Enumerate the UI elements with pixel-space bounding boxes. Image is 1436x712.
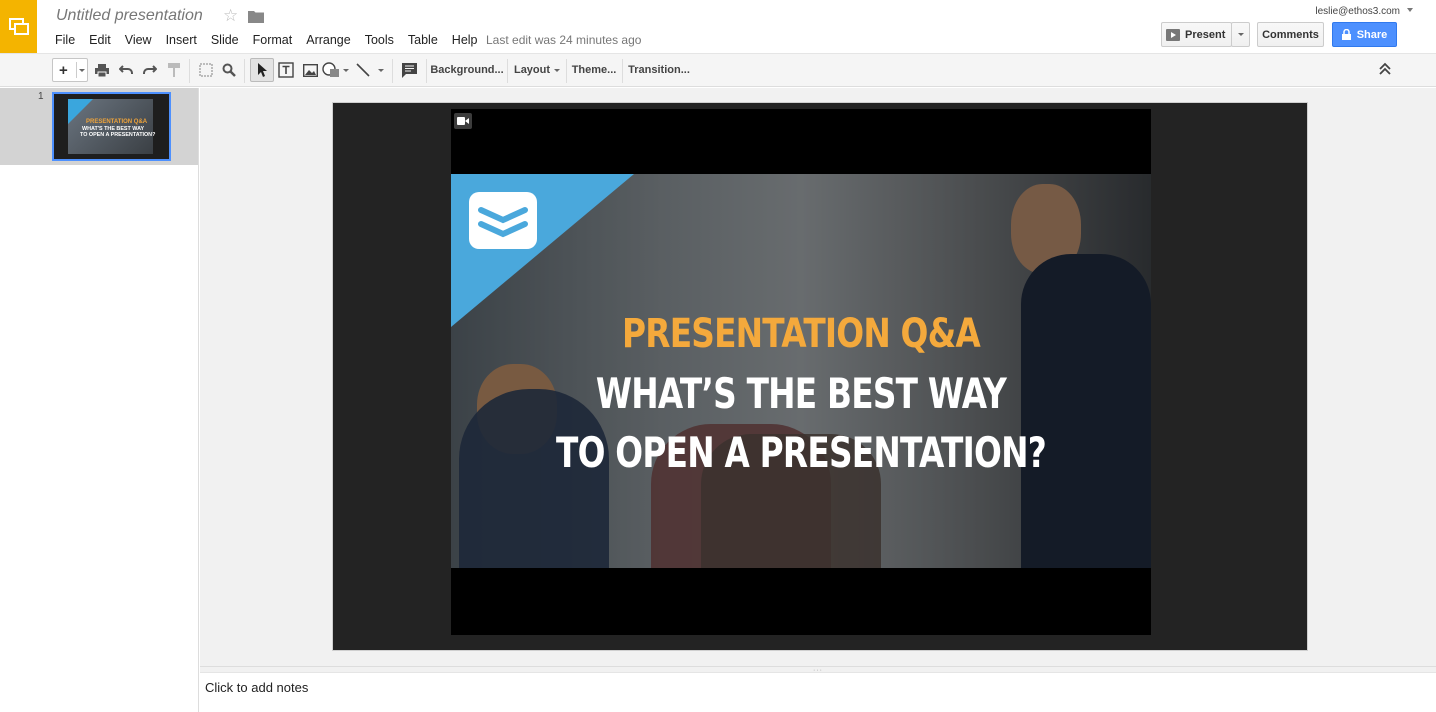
slide-thumbnail-row[interactable]: 1 PRESENTATION Q&A WHAT'S THE BEST WAY T… — [0, 88, 198, 165]
slide-1[interactable]: PRESENTATION Q&A WHAT’S THE BEST WAY TO … — [332, 102, 1308, 651]
shape-icon — [322, 62, 339, 77]
share-button[interactable]: Share — [1332, 22, 1397, 47]
video-camera-icon — [454, 113, 472, 129]
last-edit-status[interactable]: Last edit was 24 minutes ago — [486, 32, 641, 48]
layout-label: Layout — [513, 64, 551, 76]
image-icon[interactable] — [300, 58, 320, 82]
chevron-down-icon — [378, 68, 384, 72]
thumbnail-video-frame: PRESENTATION Q&A WHAT'S THE BEST WAY TO … — [68, 99, 156, 154]
comments-button[interactable]: Comments — [1257, 22, 1324, 47]
document-title[interactable]: Untitled presentation — [56, 7, 203, 25]
menu-insert[interactable]: Insert — [166, 32, 197, 48]
comment-icon[interactable] — [398, 58, 420, 82]
layout-button[interactable]: Layout — [513, 58, 561, 82]
menu-view[interactable]: View — [125, 32, 152, 48]
undo-icon[interactable] — [117, 58, 135, 82]
chevron-down-icon — [79, 69, 85, 72]
account-dropdown-icon[interactable] — [1407, 8, 1413, 12]
lock-icon — [1341, 29, 1351, 40]
new-slide-button[interactable]: + — [52, 58, 88, 82]
chevron-down-icon — [1237, 33, 1244, 36]
present-options-button[interactable] — [1231, 22, 1250, 47]
thumbnail-title: PRESENTATION Q&A — [86, 119, 148, 125]
video-subtitle-line-1: WHAT’S THE BEST WAY — [595, 369, 1007, 418]
menu-format[interactable]: Format — [253, 32, 293, 48]
slide-filmstrip: 1 PRESENTATION Q&A WHAT'S THE BEST WAY T… — [0, 88, 199, 712]
video-embed[interactable]: PRESENTATION Q&A WHAT’S THE BEST WAY TO … — [451, 109, 1151, 635]
present-button[interactable]: Present — [1161, 22, 1232, 47]
folder-icon[interactable] — [248, 9, 264, 23]
share-label: Share — [1356, 28, 1388, 41]
paint-format-icon[interactable] — [165, 58, 183, 82]
slide-thumbnail[interactable]: PRESENTATION Q&A WHAT'S THE BEST WAY TO … — [52, 92, 171, 161]
toolbar: + Background... Layout Theme... Transiti… — [0, 53, 1436, 87]
notes-placeholder: Click to add notes — [205, 680, 309, 695]
background-button[interactable]: Background... — [430, 58, 503, 82]
menu-table[interactable]: Table — [408, 32, 438, 48]
video-subtitle-line-2: TO OPEN A PRESENTATION? — [556, 428, 1047, 477]
video-title: PRESENTATION Q&A — [622, 311, 981, 357]
redo-icon[interactable] — [141, 58, 159, 82]
menu-edit[interactable]: Edit — [89, 32, 111, 48]
speaker-notes[interactable]: Click to add notes — [200, 673, 1436, 712]
plus-icon: + — [59, 61, 68, 79]
slide-number: 1 — [38, 91, 44, 102]
print-icon[interactable] — [93, 58, 111, 82]
transition-button[interactable]: Transition... — [628, 58, 690, 82]
select-tool-icon[interactable] — [250, 58, 274, 82]
line-icon — [356, 63, 370, 77]
ethos-logo-icon — [469, 192, 537, 249]
notes-resize-handle[interactable]: ··· — [200, 666, 1436, 674]
menu-slide[interactable]: Slide — [211, 32, 239, 48]
shape-tool[interactable] — [322, 58, 352, 82]
present-label: Present — [1185, 28, 1226, 41]
play-icon — [1166, 28, 1180, 41]
text-box-icon[interactable] — [276, 58, 296, 82]
collapse-toolbar-icon[interactable] — [1378, 61, 1392, 77]
fit-zoom-icon[interactable] — [196, 58, 216, 82]
zoom-icon[interactable] — [220, 58, 238, 82]
menu-file[interactable]: File — [55, 32, 75, 48]
slides-app: Untitled presentation ☆ File Edit View I… — [0, 0, 1436, 712]
menu-arrange[interactable]: Arrange — [306, 32, 350, 48]
chevron-down-icon — [554, 68, 561, 72]
chevron-down-icon — [343, 68, 349, 72]
star-icon[interactable]: ☆ — [223, 6, 238, 26]
thumbnail-subtitle-2: TO OPEN A PRESENTATION? — [80, 132, 156, 138]
menu-tools[interactable]: Tools — [365, 32, 394, 48]
user-email[interactable]: leslie@ethos3.com — [1315, 6, 1400, 17]
menu-bar: File Edit View Insert Slide Format Arran… — [55, 32, 492, 48]
slides-logo-icon[interactable] — [0, 0, 37, 53]
theme-button[interactable]: Theme... — [572, 58, 617, 82]
video-frame: PRESENTATION Q&A WHAT’S THE BEST WAY TO … — [451, 174, 1151, 568]
menu-help[interactable]: Help — [452, 32, 478, 48]
line-tool[interactable] — [356, 58, 386, 82]
slide-canvas: PRESENTATION Q&A WHAT’S THE BEST WAY TO … — [200, 88, 1436, 666]
